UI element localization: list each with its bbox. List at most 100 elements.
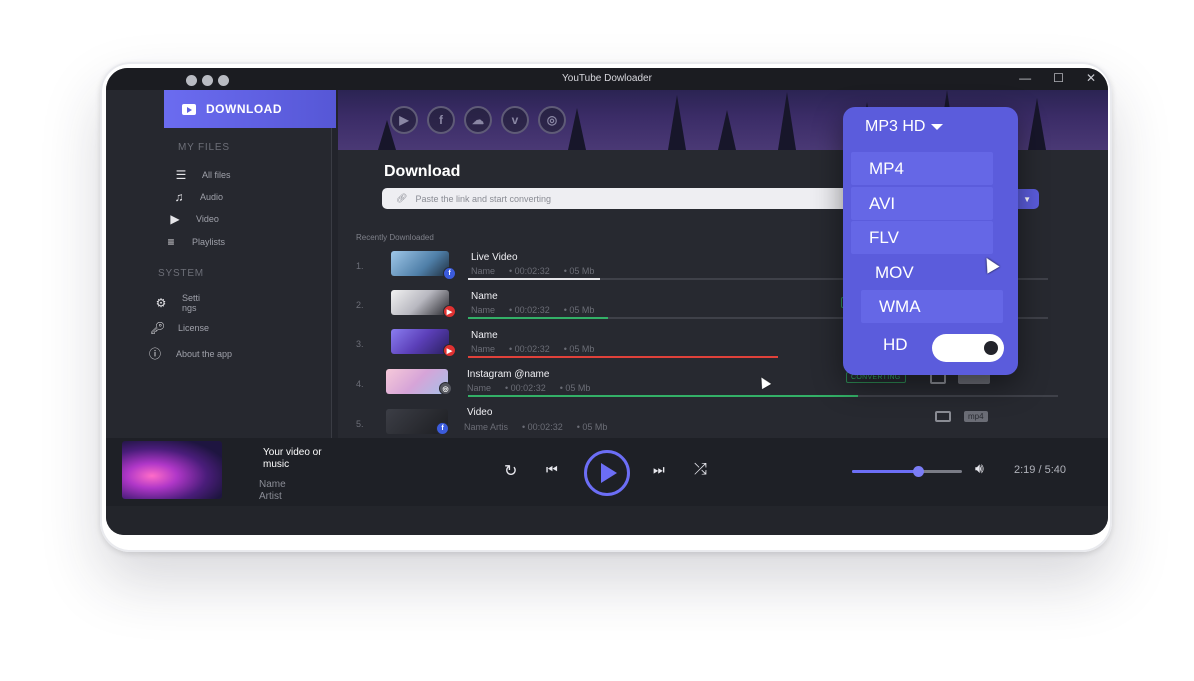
row-size: • 05 Mb [563,344,595,354]
thumbnail [391,290,449,315]
row-number: 5. [356,419,364,429]
row-number: 2. [356,300,364,310]
album-cover [122,441,222,499]
link-placeholder: Paste the link and start converting [415,193,552,204]
row-number: 1. [356,261,364,271]
youtube-icon[interactable]: ▶ [390,106,418,134]
youtube-icon: ▶ [443,305,456,318]
maximize-icon[interactable]: ☐ [1053,71,1064,85]
volume-icon[interactable]: 🔊︎ [975,460,984,477]
download-video-icon [182,103,196,115]
close-icon[interactable]: ✕ [1086,71,1096,85]
sidebar-item-label: Setti ngs [182,293,201,313]
row-number: 4. [356,379,364,389]
sidebar-item-playlists[interactable]: ≡ Playlists [164,235,225,249]
progress-track [468,395,1058,397]
sidebar-item-download[interactable]: DOWNLOAD [164,90,336,128]
player-title: Your video or music [263,447,322,470]
row-name: Name [471,344,496,354]
progress-fill [468,395,858,397]
sidebar-item-video[interactable]: ▶ Video [168,212,219,226]
thumbnail [391,251,449,276]
caret-down-icon [931,124,944,130]
format-option-mp4[interactable]: MP4 [851,152,993,185]
sidebar-item-all-files[interactable]: ☰ All files [174,168,231,182]
facebook-icon: f [436,422,449,435]
shuffle-icon[interactable]: ⤮ [694,461,707,479]
sidebar-item-settings[interactable]: ⚙ Setti ngs [154,293,200,313]
format-option-wma[interactable]: WMA [861,290,1003,323]
page-title: Download [384,163,461,180]
window-title: YouTube Dowloader [562,73,652,84]
volume-knob[interactable] [913,466,924,477]
row-size: • 05 Mb [563,305,595,315]
sidebar-item-license[interactable]: 🔑︎ License [150,321,209,335]
music-icon: ♫ [174,190,184,204]
format-selected-label: MP3 HD [865,118,926,135]
list-item[interactable]: 5. f Video Name Artis • 00:02:32 • 05 Mb… [338,404,1078,442]
facebook-icon: f [443,267,456,280]
format-selected[interactable]: MP3 HD [865,118,944,136]
row-title: Video [467,407,493,418]
minimize-icon[interactable]: — [1019,71,1031,85]
instagram-icon[interactable]: ◎ [538,106,566,134]
hd-label: HD [883,335,908,354]
sidebar-item-label: Video [196,214,219,224]
format-menu: MP3 HD MP4 AVI FLV MOV WMA HD [843,107,1018,375]
sidebar-item-label: License [178,323,210,333]
sidebar-item-label: All files [202,170,231,180]
volume-fill [852,470,918,473]
title-bar: YouTube Dowloader — ☐ ✕ [106,68,1108,90]
youtube-icon: ▶ [443,344,456,357]
playback-time: 2:19 / 5:40 [1014,464,1066,476]
previous-icon[interactable]: ⏮ [546,462,558,478]
hd-toggle[interactable] [932,334,1004,362]
row-number: 3. [356,339,364,349]
row-duration: • 00:02:32 [509,344,550,354]
row-name: Name [471,266,496,276]
row-name: Name Artis [464,422,509,432]
soundcloud-icon[interactable]: ☁ [464,106,492,134]
row-meta: Name Artis • 00:02:32 • 05 Mb [464,422,607,432]
list-icon: ☰ [175,168,187,182]
player-name: Name [259,479,286,490]
link-icon: 🔗︎ [396,193,408,203]
section-title-system: SYSTEM [158,268,204,279]
section-title-my-files: MY FILES [178,142,230,153]
repeat-icon[interactable]: ↻ [504,461,517,481]
player-artist: Artist [259,491,282,502]
media-player: Your video or music Name Artist ↻ ⏮ ⏭ ⤮ … [106,438,1108,506]
next-icon[interactable]: ⏭ [653,462,665,478]
row-title: Name [471,330,498,341]
row-duration: • 00:02:32 [509,305,550,315]
sidebar-item-audio[interactable]: ♫ Audio [172,190,224,204]
sidebar-item-about[interactable]: ⓘ About the app [148,345,232,362]
thumbnail [391,329,449,354]
format-option-avi[interactable]: AVI [851,187,993,220]
volume-slider[interactable] [852,466,962,477]
sidebar-item-label: Audio [200,192,224,202]
link-input[interactable]: 🔗︎ Paste the link and start converting [382,188,882,209]
key-icon: 🔑︎ [150,321,166,335]
row-size: • 05 Mb [563,266,595,276]
row-name: Name [471,305,496,315]
progress-fill [468,317,608,319]
vimeo-icon[interactable]: v [501,106,529,134]
row-title: Name [471,291,498,302]
chevron-down-icon: ▼ [1023,194,1031,204]
progress-fill [468,278,600,280]
bottom-strip [106,506,1108,535]
sidebar-item-label: About the app [176,348,233,359]
format-option-flv[interactable]: FLV [851,221,993,254]
play-button[interactable] [584,450,630,496]
row-size: • 05 Mb [576,422,608,432]
facebook-icon[interactable]: f [427,106,455,134]
row-duration: • 00:02:32 [509,266,550,276]
video-file-icon[interactable] [935,411,951,422]
row-name: Name [467,383,492,393]
format-tag: mp4 [964,411,988,422]
sidebar: DOWNLOAD MY FILES ☰ All files ♫ Audio ▶ … [106,90,336,438]
row-duration: • 00:02:32 [505,383,546,393]
video-icon: ▶ [170,212,180,226]
row-title: Instagram @name [467,369,550,380]
